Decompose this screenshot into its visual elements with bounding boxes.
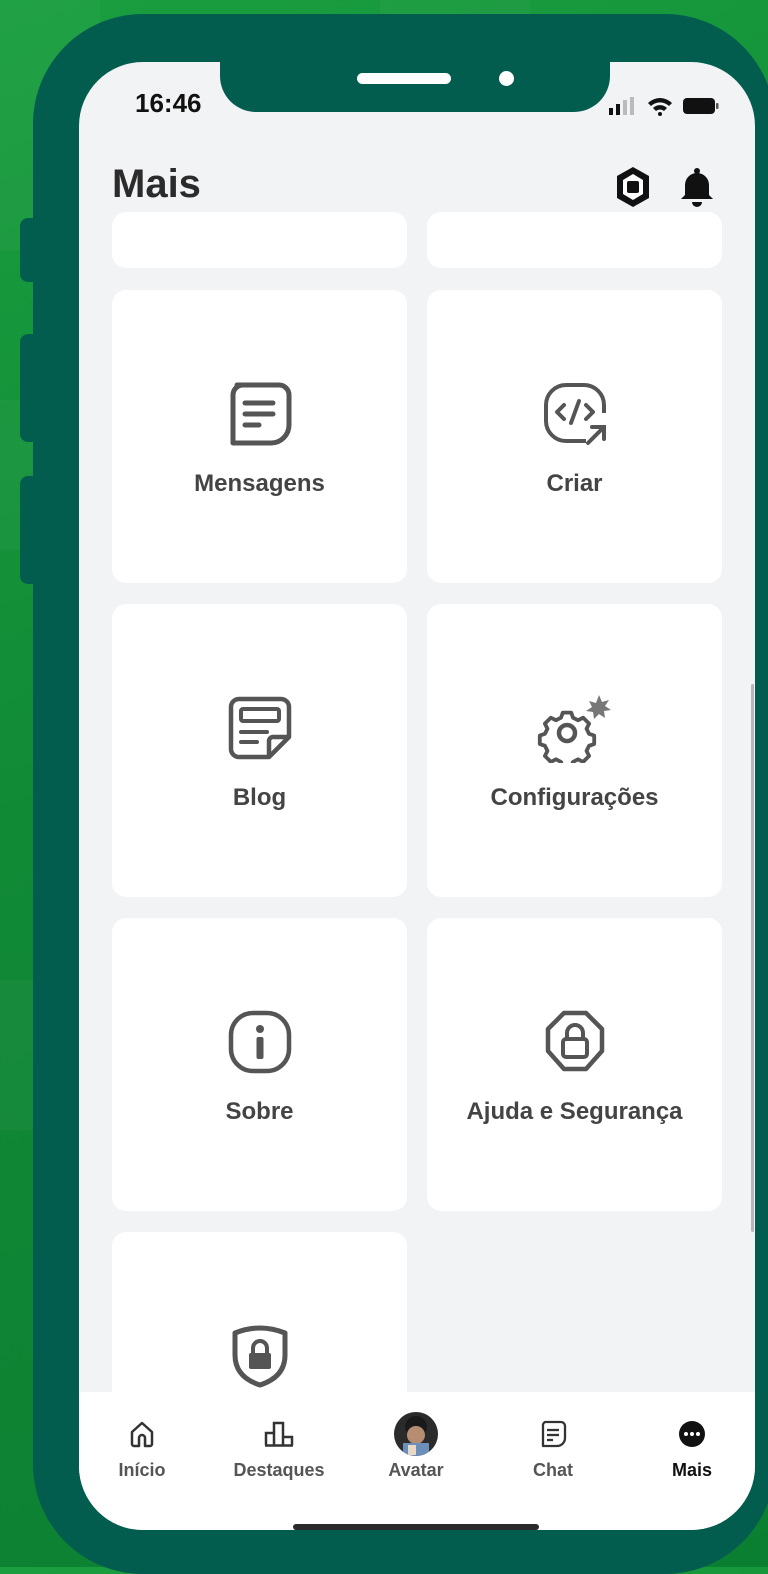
charts-icon <box>219 1412 339 1456</box>
tab-label: Chat <box>533 1460 573 1480</box>
tab-label: Início <box>118 1460 166 1480</box>
phone-screen: Mensagens Criar Blog Configurações Sobre… <box>79 62 755 1530</box>
info-icon <box>222 1004 298 1080</box>
message-icon <box>222 376 298 452</box>
bell-icon[interactable] <box>679 167 715 212</box>
menu-card-mensagens[interactable]: Mensagens <box>112 290 407 583</box>
signal-icon <box>609 97 637 120</box>
wifi-icon <box>647 96 673 121</box>
menu-card-ajuda-seguranca[interactable]: Ajuda e Segurança <box>427 918 722 1211</box>
code-create-icon <box>537 376 613 452</box>
speaker <box>357 73 451 84</box>
tab-label: Avatar <box>388 1460 444 1480</box>
tab-label: Destaques <box>233 1460 325 1480</box>
tab-chat[interactable]: Chat <box>493 1412 613 1481</box>
scrollbar[interactable] <box>751 684 754 1232</box>
tab-avatar[interactable]: Avatar <box>356 1412 476 1481</box>
menu-card-configuracoes[interactable]: Configurações <box>427 604 722 897</box>
menu-grid: Mensagens Criar Blog Configurações Sobre… <box>79 62 755 1432</box>
tab-mais[interactable]: Mais <box>632 1412 752 1481</box>
shield-lock-icon <box>537 1004 613 1080</box>
menu-label: Ajuda e Segurança <box>466 1098 683 1125</box>
blog-icon <box>222 690 298 766</box>
notch <box>220 62 610 112</box>
parental-shield-icon <box>222 1318 298 1394</box>
home-icon <box>82 1412 202 1456</box>
status-time: 16:46 <box>135 88 202 118</box>
tab-label: Mais <box>671 1460 713 1480</box>
menu-label: Criar <box>546 470 603 497</box>
menu-card-criar[interactable]: Criar <box>427 290 722 583</box>
front-camera <box>499 71 514 86</box>
menu-label: Sobre <box>225 1098 294 1125</box>
bottom-tab-bar: Início Destaques Avatar Chat Mais <box>79 1392 755 1530</box>
home-indicator[interactable] <box>293 1524 539 1530</box>
menu-label: Blog <box>232 784 287 811</box>
menu-card-sobre[interactable]: Sobre <box>112 918 407 1211</box>
menu-card-blog[interactable]: Blog <box>112 604 407 897</box>
tab-destaques[interactable]: Destaques <box>219 1412 339 1481</box>
chat-icon <box>493 1412 613 1456</box>
tab-inicio[interactable]: Início <box>82 1412 202 1481</box>
menu-card-partial-right[interactable] <box>427 212 722 268</box>
more-icon <box>632 1412 752 1456</box>
gear-icon <box>537 690 613 766</box>
avatar-icon <box>356 1412 476 1456</box>
menu-label: Mensagens <box>194 470 325 497</box>
menu-label: Configurações <box>490 784 659 811</box>
robux-icon[interactable] <box>613 165 653 214</box>
status-icons <box>609 96 719 121</box>
menu-card-partial-left[interactable] <box>112 212 407 268</box>
battery-icon <box>683 97 719 120</box>
page-title: Mais <box>112 162 201 206</box>
